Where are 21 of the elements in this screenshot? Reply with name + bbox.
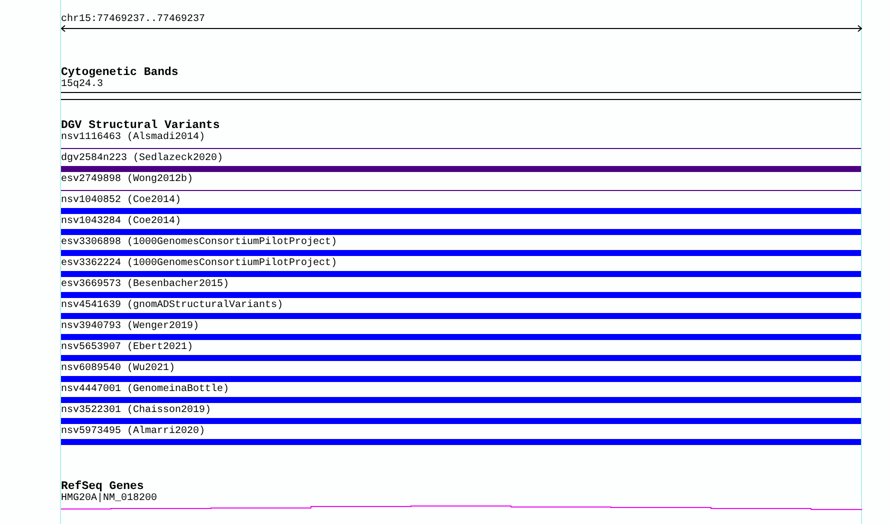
feature-label: nsv4541639 (gnomADStructuralVariants)	[61, 300, 284, 311]
feature-label: nsv5973495 (Almarri2020)	[61, 426, 206, 437]
feature-label: nsv3940793 (Wenger2019)	[61, 321, 200, 332]
feature-label: nsv5653907 (Ebert2021)	[61, 342, 194, 353]
feature-label: nsv1043284 (Coe2014)	[61, 216, 182, 227]
feature-label: esv3669573 (Besenbacher2015)	[61, 279, 230, 290]
track-title: Cytogenetic Bands	[61, 67, 178, 79]
track-title: RefSeq Genes	[61, 481, 144, 493]
coordinate-label: chr15:77469237..77469237	[61, 14, 206, 25]
feature-label: esv3306898 (1000GenomesConsortiumPilotProject)	[61, 237, 338, 248]
feature-label: dgv2584n223 (Sedlazeck2020)	[61, 153, 224, 164]
feature-label: esv3362224 (1000GenomesConsortiumPilotProject)	[61, 258, 338, 269]
track-title: DGV Structural Variants	[61, 120, 220, 132]
feature-label: nsv1116463 (Alsmadi2014)	[61, 132, 206, 143]
feature-label: nsv6089540 (Wu2021)	[61, 363, 176, 374]
feature-label: esv2749898 (Wong2012b)	[61, 174, 194, 185]
feature-label: nsv3522301 (Chaisson2019)	[61, 405, 212, 416]
feature-label: nsv1040852 (Coe2014)	[61, 195, 182, 206]
feature-label: HMG20A|NM_018200	[61, 493, 158, 504]
feature-label: 15q24.3	[61, 79, 104, 90]
feature-label: nsv4447001 (GenomeinaBottle)	[61, 384, 230, 395]
